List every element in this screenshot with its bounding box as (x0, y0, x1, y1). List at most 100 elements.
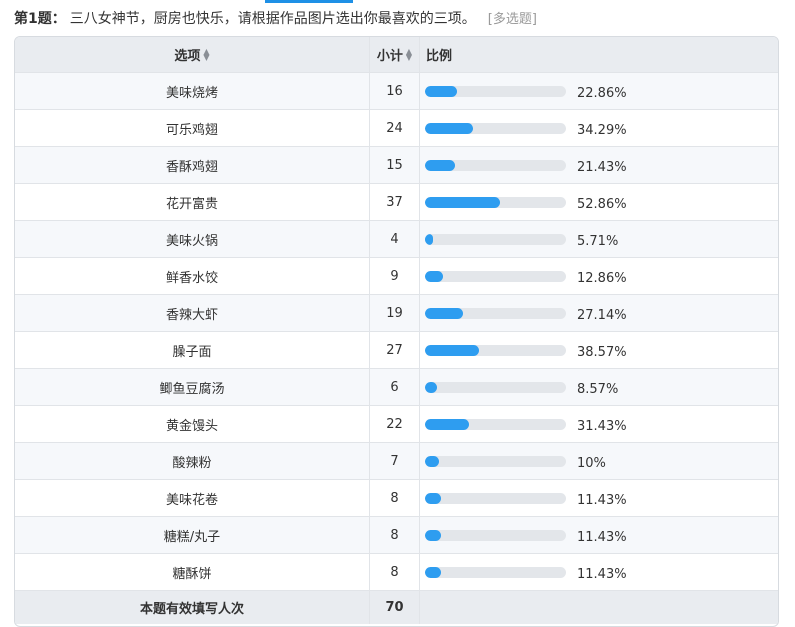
percent-value: 11.43% (577, 492, 627, 508)
progress-bar-fill (425, 381, 438, 393)
sort-icon[interactable]: ▲ ▼ (203, 47, 209, 61)
ratio-cell: 38.57% (420, 332, 778, 368)
ratio-cell: 34.29% (420, 110, 778, 146)
percent-value: 11.43% (577, 566, 627, 582)
active-tab-indicator (265, 0, 353, 3)
count-cell: 9 (370, 258, 420, 294)
count-cell: 7 (370, 443, 420, 479)
option-label: 糖糕/丸子 (163, 529, 221, 545)
percent-value: 21.43% (577, 159, 627, 175)
option-label: 花开富贵 (165, 196, 218, 212)
table-footer-row: 本题有效填写人次 70 (15, 591, 778, 624)
option-label: 鲫鱼豆腐汤 (159, 381, 225, 397)
percent-value: 52.86% (577, 196, 627, 212)
table-row: 美味烧烤 16 22.86% (15, 73, 778, 110)
progress-bar-fill (425, 122, 474, 134)
table-row: 鲫鱼豆腐汤 6 8.57% (15, 369, 778, 406)
percent-value: 8.57% (577, 381, 619, 397)
table-row: 黄金馒头 22 31.43% (15, 406, 778, 443)
count-column-header[interactable]: 小计 ▲ ▼ (370, 37, 420, 72)
progress-bar-track (425, 85, 566, 97)
count-value: 4 (390, 231, 399, 247)
option-label: 糖酥饼 (172, 566, 212, 582)
count-cell: 24 (370, 110, 420, 146)
option-cell: 美味烧烤 (15, 73, 370, 109)
ratio-cell: 10% (420, 443, 778, 479)
progress-bar-fill (425, 455, 440, 467)
sort-icon[interactable]: ▲ ▼ (406, 47, 412, 61)
ratio-cell: 8.57% (420, 369, 778, 405)
option-cell: 香辣大虾 (15, 295, 370, 331)
ratio-cell: 11.43% (420, 480, 778, 516)
ratio-cell: 12.86% (420, 258, 778, 294)
table-row: 香酥鸡翅 15 21.43% (15, 147, 778, 184)
percent-value: 11.43% (577, 529, 627, 545)
option-cell: 香酥鸡翅 (15, 147, 370, 183)
percent-value: 27.14% (577, 307, 627, 323)
count-cell: 15 (370, 147, 420, 183)
table-row: 糖糕/丸子 8 11.43% (15, 517, 778, 554)
table-row: 鲜香水饺 9 12.86% (15, 258, 778, 295)
ratio-cell: 11.43% (420, 554, 778, 590)
progress-bar-track (425, 492, 566, 504)
count-value: 8 (390, 490, 399, 506)
ratio-cell: 11.43% (420, 517, 778, 553)
ratio-cell: 5.71% (420, 221, 778, 257)
ratio-cell: 52.86% (420, 184, 778, 220)
count-value: 24 (386, 120, 403, 136)
percent-value: 34.29% (577, 122, 627, 138)
count-cell: 27 (370, 332, 420, 368)
ratio-cell: 21.43% (420, 147, 778, 183)
option-cell: 花开富贵 (15, 184, 370, 220)
count-value: 9 (390, 268, 399, 284)
footer-label: 本题有效填写人次 (139, 602, 244, 617)
option-cell: 黄金馒头 (15, 406, 370, 442)
progress-bar-fill (425, 233, 434, 245)
count-value: 16 (386, 83, 403, 99)
percent-value: 12.86% (577, 270, 627, 286)
table-row: 酸辣粉 7 10% (15, 443, 778, 480)
table-header-row: 选项 ▲ ▼ 小计 ▲ ▼ 比例 (15, 37, 778, 73)
count-cell: 16 (370, 73, 420, 109)
percent-value: 31.43% (577, 418, 627, 434)
option-cell: 美味花卷 (15, 480, 370, 516)
count-cell: 37 (370, 184, 420, 220)
count-cell: 8 (370, 517, 420, 553)
option-label: 美味烧烤 (165, 85, 218, 101)
progress-bar-track (425, 455, 566, 467)
progress-bar-track (425, 566, 566, 578)
ratio-column-header: 比例 (420, 37, 778, 72)
percent-value: 22.86% (577, 85, 627, 101)
count-value: 8 (390, 564, 399, 580)
option-label: 美味火锅 (165, 233, 218, 249)
option-cell: 糖酥饼 (15, 554, 370, 590)
count-cell: 8 (370, 480, 420, 516)
progress-bar-track (425, 196, 566, 208)
progress-bar-fill (425, 418, 470, 430)
ratio-cell: 22.86% (420, 73, 778, 109)
percent-value: 38.57% (577, 344, 627, 360)
progress-bar-fill (425, 492, 442, 504)
option-column-header[interactable]: 选项 ▲ ▼ (15, 37, 370, 72)
progress-bar-track (425, 381, 566, 393)
table-row: 香辣大虾 19 27.14% (15, 295, 778, 332)
option-label: 美味花卷 (165, 492, 218, 508)
count-value: 6 (390, 379, 399, 395)
option-label: 鲜香水饺 (165, 270, 218, 286)
percent-value: 5.71% (577, 233, 619, 249)
option-label: 臊子面 (172, 344, 212, 360)
option-cell: 美味火锅 (15, 221, 370, 257)
ratio-cell: 27.14% (420, 295, 778, 331)
table-row: 花开富贵 37 52.86% (15, 184, 778, 221)
progress-bar-track (425, 233, 566, 245)
progress-bar-track (425, 418, 566, 430)
progress-bar-track (425, 344, 566, 356)
table-row: 糖酥饼 8 11.43% (15, 554, 778, 591)
progress-bar-track (425, 159, 566, 171)
option-label: 黄金馒头 (165, 418, 218, 434)
count-cell: 6 (370, 369, 420, 405)
progress-bar-fill (425, 85, 458, 97)
progress-bar-fill (425, 566, 442, 578)
footer-total-cell: 70 (370, 591, 420, 624)
table-body: 美味烧烤 16 22.86% 可乐鸡翅 24 34.29% 香酥鸡翅 15 21.43% 花开富贵… (15, 73, 778, 591)
